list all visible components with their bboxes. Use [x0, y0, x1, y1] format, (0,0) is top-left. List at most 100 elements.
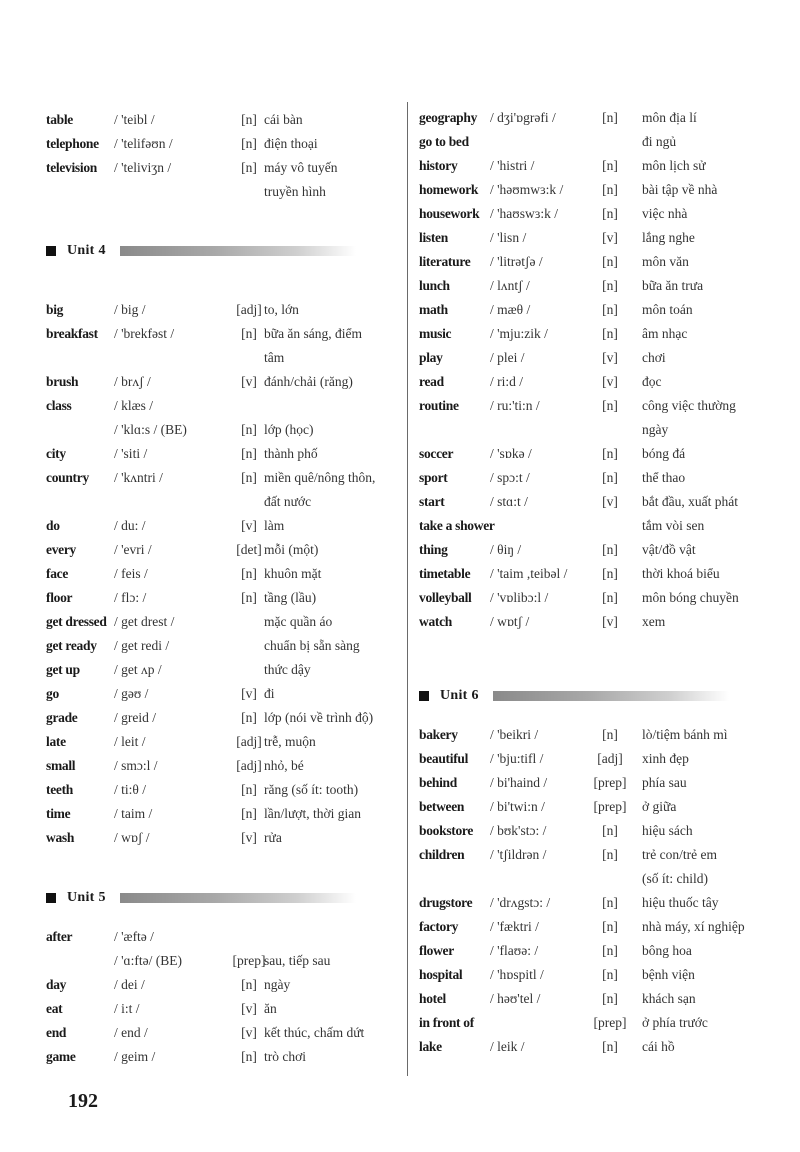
entry-word: drugstore: [419, 895, 473, 910]
entry-phonetic: / 'hɒspitl /: [490, 967, 544, 982]
entry-word: get dressed: [46, 614, 107, 629]
entry-phonetic: / 'evri /: [114, 542, 152, 557]
entry-word: take a shower: [419, 518, 495, 533]
entry-meaning: hiệu thuốc tây: [642, 895, 719, 910]
entry-meaning: việc nhà: [642, 206, 688, 221]
entry-meaning: rửa: [264, 830, 282, 845]
entry-word-type: [n]: [602, 919, 618, 934]
entry-phonetic: / 'litrətʃə /: [490, 254, 543, 269]
square-bullet-icon: [419, 691, 429, 701]
entry-phonetic: / end /: [114, 1025, 148, 1040]
entry-phonetic: / həʊ'tel /: [490, 991, 541, 1006]
entry-meaning: đi: [264, 686, 275, 701]
entry-phonetic: / 'bju:tifl /: [490, 751, 544, 766]
entry-meaning: nhà máy, xí nghiệp: [642, 919, 745, 934]
entry-phonetic: / 'siti /: [114, 446, 148, 461]
entry-word: play: [419, 350, 443, 365]
entry-meaning: chơi: [642, 350, 666, 365]
entry-word-type: [v]: [602, 374, 618, 389]
entry-phonetic: / geim /: [114, 1049, 156, 1064]
entry-meaning: môn lịch sử: [642, 158, 706, 173]
entry-meaning: to, lớn: [264, 302, 299, 317]
entry-meaning: đọc: [642, 374, 662, 389]
entry-word: history: [419, 158, 458, 173]
entry-phonetic: / wɒtʃ /: [490, 614, 530, 629]
entry-word: bakery: [419, 727, 458, 742]
entry-phonetic: / 'vɒlibɔ:l /: [490, 590, 549, 605]
entry-meaning: răng (số ít: tooth): [264, 782, 359, 797]
entry-phonetic: / plei /: [490, 350, 525, 365]
entry-word-type: [n]: [602, 254, 618, 269]
square-bullet-icon: [46, 893, 56, 903]
entry-phonetic: / smɔ:l /: [114, 758, 158, 773]
entry-word: music: [419, 326, 452, 341]
entry-phonetic: / wɒʃ /: [114, 830, 150, 845]
entry-meaning: cái bàn: [264, 112, 303, 127]
entry-phonetic: / bi'haind /: [490, 775, 548, 790]
entry-phonetic: / 'fæktri /: [490, 919, 539, 934]
entry-meaning: bóng đá: [642, 446, 686, 461]
entry-phonetic: / 'taim ,teibəl /: [490, 566, 568, 581]
entry-meaning: môn bóng chuyền: [642, 590, 739, 605]
entry-meaning: đánh/chải (răng): [264, 374, 353, 389]
entry-phonetic: / get ʌp /: [114, 662, 162, 677]
entry-word-type: [n]: [602, 1039, 618, 1054]
entry-word: lunch: [419, 278, 450, 293]
unit-title: Unit 4: [67, 243, 106, 258]
entry-word: factory: [419, 919, 459, 934]
entry-word: timetable: [419, 566, 471, 581]
entry-word: bookstore: [419, 823, 474, 838]
entry-phonetic: / dei /: [114, 977, 145, 992]
entry-word: time: [46, 806, 71, 821]
entry-meaning: khách sạn: [642, 991, 696, 1006]
entry-word: housework: [419, 206, 480, 221]
entry-meaning: môn toán: [642, 302, 693, 317]
entry-meaning: nhỏ, bé: [264, 758, 304, 773]
entry-phonetic: / du: /: [114, 518, 146, 533]
entry-word: floor: [46, 590, 73, 605]
entry-meaning: thành phố: [264, 446, 318, 461]
entry-word-type: [n]: [602, 991, 618, 1006]
entry-word: eat: [46, 1001, 63, 1016]
entry-word: after: [46, 929, 73, 944]
entry-word-type: [n]: [602, 895, 618, 910]
entry-word-type: [prep]: [593, 799, 627, 814]
entry-word-type: [n]: [602, 727, 618, 742]
entry-word: literature: [419, 254, 471, 269]
entry-meaning: bữa ăn trưa: [642, 278, 704, 293]
entry-meaning: bài tập về nhà: [642, 182, 718, 197]
entry-word: hotel: [419, 991, 446, 1006]
entry-phonetic: / 'teliviʒn /: [114, 160, 172, 175]
entry-meaning: môn văn: [642, 254, 689, 269]
entry-phonetic: / 'flaʊə: /: [490, 943, 539, 958]
entry-meaning: xinh đẹp: [642, 751, 689, 766]
entry-word-type: [v]: [602, 230, 618, 245]
entry-word: behind: [419, 775, 457, 790]
entry-phonetic: / 'tʃildrən /: [490, 847, 547, 862]
entry-phonetic: / bi'twi:n /: [490, 799, 545, 814]
entry-meaning: phía sau: [642, 775, 687, 790]
entry-meaning: lắng nghe: [642, 230, 695, 245]
entry-word: volleyball: [419, 590, 472, 605]
entry-word: big: [46, 302, 64, 317]
entry-meaning: làm: [264, 518, 285, 533]
entry-meaning: bệnh viện: [642, 967, 695, 982]
entry-phonetic: / spɔ:t /: [490, 470, 530, 485]
entry-word-type: [n]: [602, 967, 618, 982]
unit-title: Unit 5: [67, 890, 106, 905]
entry-phonetic: / stɑ:t /: [490, 494, 528, 509]
entry-phonetic: / get drest /: [114, 614, 175, 629]
entry-word: game: [46, 1049, 76, 1064]
entry-meaning: thức dậy: [264, 662, 311, 677]
entry-word-type: [n]: [602, 566, 618, 581]
entry-meaning: đi ngủ: [642, 134, 677, 149]
entry-word: country: [46, 470, 89, 485]
entry-phonetic: / 'həʊmwɜ:k /: [490, 182, 564, 197]
entry-word-type: [n]: [602, 542, 618, 557]
entry-meaning: bông hoa: [642, 943, 692, 958]
entry-word-type: [n]: [602, 110, 618, 125]
entry-meaning: thể thao: [642, 470, 686, 485]
entry-phonetic: / ri:d /: [490, 374, 523, 389]
entry-word-type: [n]: [602, 847, 618, 862]
entry-word-type: [n]: [602, 823, 618, 838]
